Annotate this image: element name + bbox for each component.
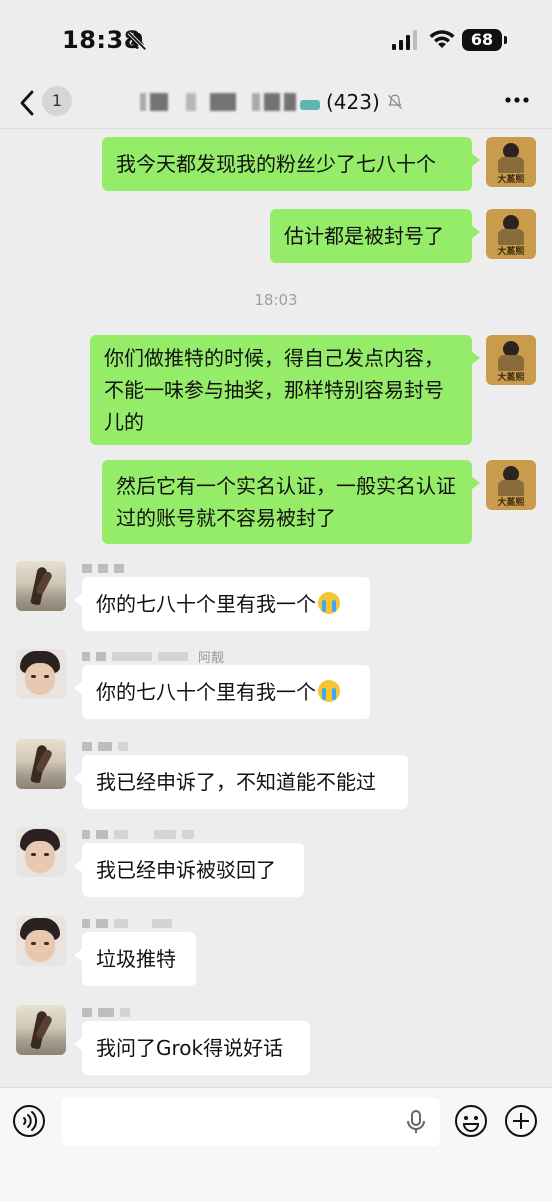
avatar-figure: [498, 480, 524, 496]
message-bubble[interactable]: 你的七八十个里有我一个: [74, 577, 370, 631]
group-title[interactable]: (423): [140, 88, 404, 116]
redacted-sender-name: [82, 1005, 136, 1019]
back-chevron-icon[interactable]: [14, 86, 42, 120]
message-bubble[interactable]: 我已经申诉了，不知道能不能过: [74, 755, 408, 809]
message-bubble[interactable]: 我已经申诉被驳回了: [74, 843, 304, 897]
redacted-block: [82, 741, 92, 751]
redacted-name-block: [150, 93, 168, 111]
emoji-icon[interactable]: [454, 1104, 488, 1138]
wifi-icon: [429, 30, 455, 48]
redacted-name-block: [264, 93, 280, 111]
message-text: 你的七八十个里有我一个: [96, 680, 316, 704]
member-count: (423): [326, 90, 380, 114]
redacted-name-block: [140, 93, 146, 111]
avatar-eye: [44, 942, 49, 945]
my-avatar[interactable]: 大蒸熙: [486, 137, 536, 187]
redacted-block: [82, 918, 90, 928]
more-icon[interactable]: [504, 90, 530, 110]
avatar-label: 大蒸熙: [497, 247, 525, 257]
status-bar: 18:38 68: [0, 0, 552, 80]
message-bubble[interactable]: 我问了Grok得说好话: [74, 1021, 310, 1075]
message-bubble[interactable]: 估计都是被封号了: [270, 209, 480, 263]
unread-badge[interactable]: 1: [42, 86, 72, 116]
redacted-sender-name: [82, 561, 130, 575]
redacted-block: [154, 829, 176, 839]
avatar-face: [25, 930, 55, 962]
crying-emoji: [318, 680, 340, 702]
sender-avatar[interactable]: [16, 739, 66, 789]
redacted-block: [120, 1007, 130, 1017]
sender-avatar[interactable]: [16, 649, 66, 699]
crying-emoji: [318, 592, 340, 614]
redacted-name-block: [252, 93, 260, 111]
message-bubble[interactable]: 我今天都发现我的粉丝少了七八十个: [102, 137, 480, 191]
sender-name-suffix: 阿靓: [198, 650, 225, 666]
avatar-face: [25, 663, 55, 695]
sender-avatar[interactable]: [16, 827, 66, 877]
avatar-eye: [44, 675, 49, 678]
redacted-sender-name: [82, 739, 134, 753]
my-avatar[interactable]: 大蒸熙: [486, 209, 536, 259]
avatar-figure: [498, 355, 524, 371]
redacted-block: [152, 918, 172, 928]
message-list[interactable]: 我今天都发现我的粉丝少了七八十个 大蒸熙 估计都是被封号了 大蒸熙 18:03 …: [0, 129, 552, 1087]
redacted-block: [118, 741, 128, 751]
signal-icon: [392, 30, 417, 50]
redacted-emoji: [300, 100, 320, 110]
plus-icon[interactable]: [504, 1104, 538, 1138]
redacted-sender-name: [82, 916, 178, 930]
redacted-block: [96, 829, 108, 839]
input-bar: [0, 1087, 552, 1201]
message-input[interactable]: [62, 1098, 440, 1146]
avatar-eye: [44, 853, 49, 856]
redacted-block: [96, 918, 108, 928]
avatar-eye: [31, 853, 36, 856]
redacted-block: [114, 829, 128, 839]
redacted-block: [182, 829, 194, 839]
redacted-block: [114, 918, 128, 928]
sender-avatar[interactable]: [16, 561, 66, 611]
sender-avatar[interactable]: [16, 1005, 66, 1055]
redacted-block: [98, 563, 108, 573]
sender-avatar[interactable]: [16, 916, 66, 966]
sender-name: 阿靓: [82, 649, 225, 666]
redacted-block: [82, 563, 92, 573]
avatar-label: 大蒸熙: [497, 175, 525, 185]
redacted-name-block: [186, 93, 196, 111]
avatar-label: 大蒸熙: [497, 373, 525, 383]
avatar-face: [25, 841, 55, 873]
redacted-name-block: [284, 93, 296, 111]
avatar-figure: [498, 157, 524, 173]
redacted-block: [82, 651, 90, 661]
message-bubble[interactable]: 垃圾推特: [74, 932, 196, 986]
avatar-label: 大蒸熙: [497, 498, 525, 508]
redacted-block: [96, 651, 106, 661]
redacted-block: [158, 651, 188, 661]
avatar-figure: [498, 229, 524, 245]
chat-header: 1 (423): [0, 80, 552, 129]
battery-indicator: 68: [462, 29, 507, 51]
my-avatar[interactable]: 大蒸熙: [486, 460, 536, 510]
message-bubble[interactable]: 你们做推特的时候，得自己发点内容，不能一味参与抽奖，那样特别容易封号儿的: [90, 335, 480, 445]
message-timestamp: 18:03: [254, 291, 298, 309]
redacted-block: [98, 1007, 114, 1017]
voice-icon[interactable]: [12, 1104, 46, 1138]
microphone-icon[interactable]: [406, 1110, 426, 1134]
redacted-block: [82, 829, 90, 839]
redacted-sender-name: [82, 827, 200, 841]
redacted-block: [114, 563, 124, 573]
message-text: 你的七八十个里有我一个: [96, 592, 316, 616]
message-bubble[interactable]: 你的七八十个里有我一个: [74, 665, 370, 719]
silent-bell-icon: [127, 31, 147, 51]
avatar-eye: [31, 675, 36, 678]
redacted-block: [112, 651, 152, 661]
redacted-block: [82, 1007, 92, 1017]
redacted-name-block: [210, 93, 236, 111]
mute-bell-icon: [387, 94, 402, 110]
my-avatar[interactable]: 大蒸熙: [486, 335, 536, 385]
redacted-block: [98, 741, 112, 751]
avatar-eye: [31, 942, 36, 945]
message-bubble[interactable]: 然后它有一个实名认证，一般实名认证过的账号就不容易被封了: [102, 460, 480, 544]
